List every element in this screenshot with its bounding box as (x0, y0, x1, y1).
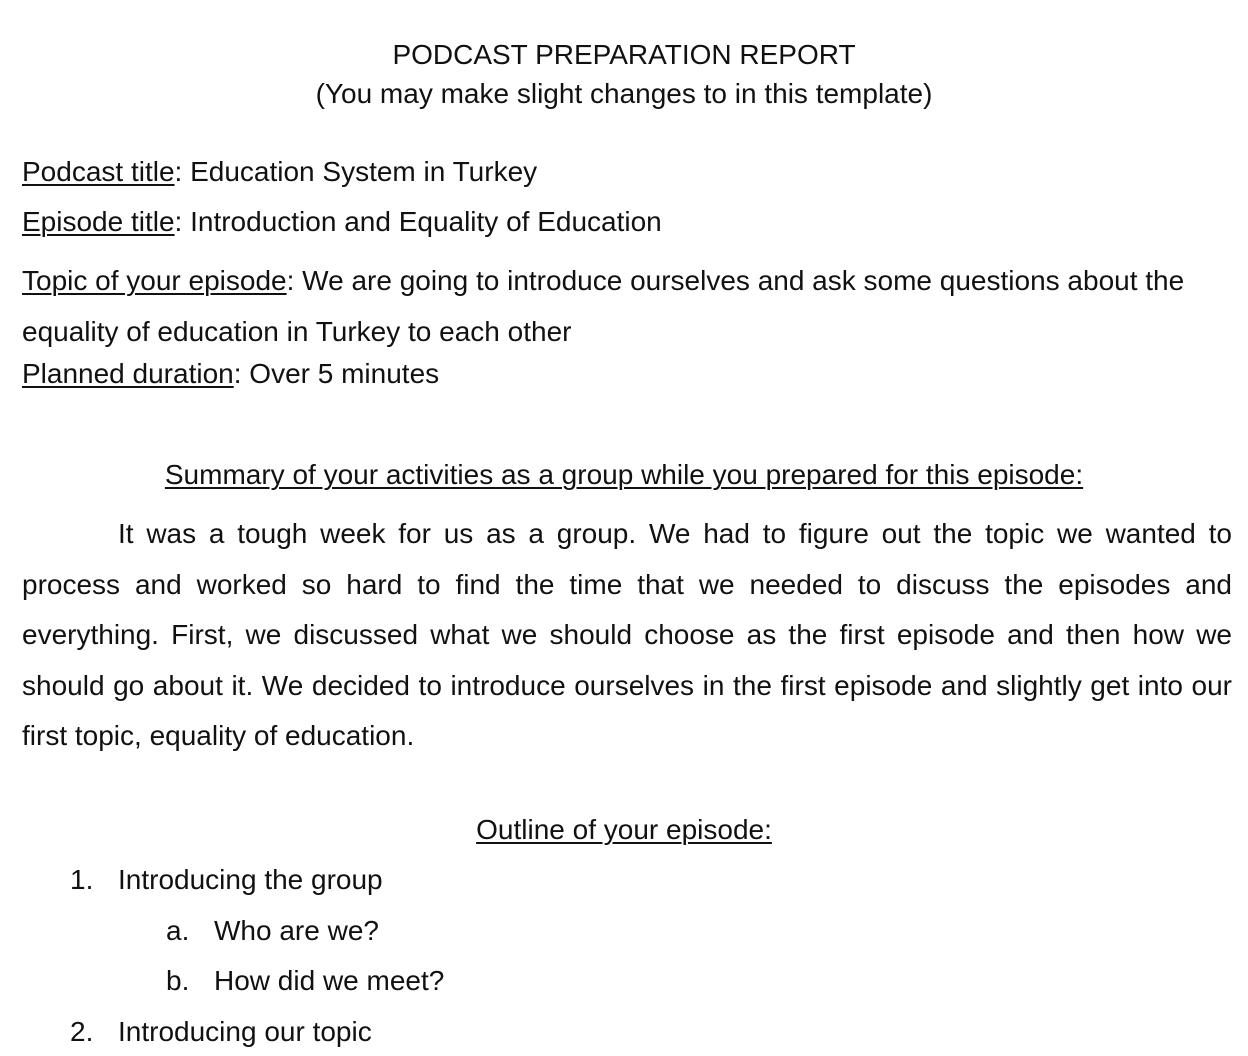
episode-title-label: Episode title (22, 206, 175, 237)
summary-body: It was a tough week for us as a group. W… (22, 518, 1232, 752)
list-item-text: Introducing our topic (118, 1016, 372, 1047)
list-marker: 1. (70, 864, 94, 895)
report-title: PODCAST PREPARATION REPORT (392, 39, 856, 70)
list-marker: 2. (70, 1016, 94, 1047)
topic-field: Topic of your episode: We are going to i… (22, 256, 1202, 357)
report-subtitle: (You may make slight changes to in this … (315, 78, 933, 109)
summary-heading-text: Summary of your activities as a group wh… (164, 459, 1084, 490)
list-item-text: Introducing the group (118, 864, 383, 895)
podcast-title-label: Podcast title (22, 156, 175, 187)
document-page: PODCAST PREPARATION REPORT (You may make… (0, 0, 1248, 1056)
podcast-title-value: : Education System in Turkey (174, 156, 538, 187)
list-item-text: Who are we? (214, 915, 379, 946)
outline-heading-text: Outline of your episode: (476, 814, 772, 845)
episode-title-field: Episode title: Introduction and Equality… (22, 205, 662, 239)
list-marker: a. (166, 915, 190, 946)
episode-title-value: : Introduction and Equality of Education (174, 206, 662, 237)
outline-heading: Outline of your episode: (0, 813, 1248, 847)
duration-value: : Over 5 minutes (233, 358, 440, 389)
topic-label: Topic of your episode (22, 265, 287, 296)
list-item-text: How did we meet? (214, 965, 445, 996)
duration-field: Planned duration: Over 5 minutes (22, 357, 439, 391)
summary-heading: Summary of your activities as a group wh… (0, 458, 1248, 492)
list-marker: b. (166, 965, 190, 996)
podcast-title-field: Podcast title: Education System in Turke… (22, 155, 537, 189)
duration-label: Planned duration (22, 358, 234, 389)
